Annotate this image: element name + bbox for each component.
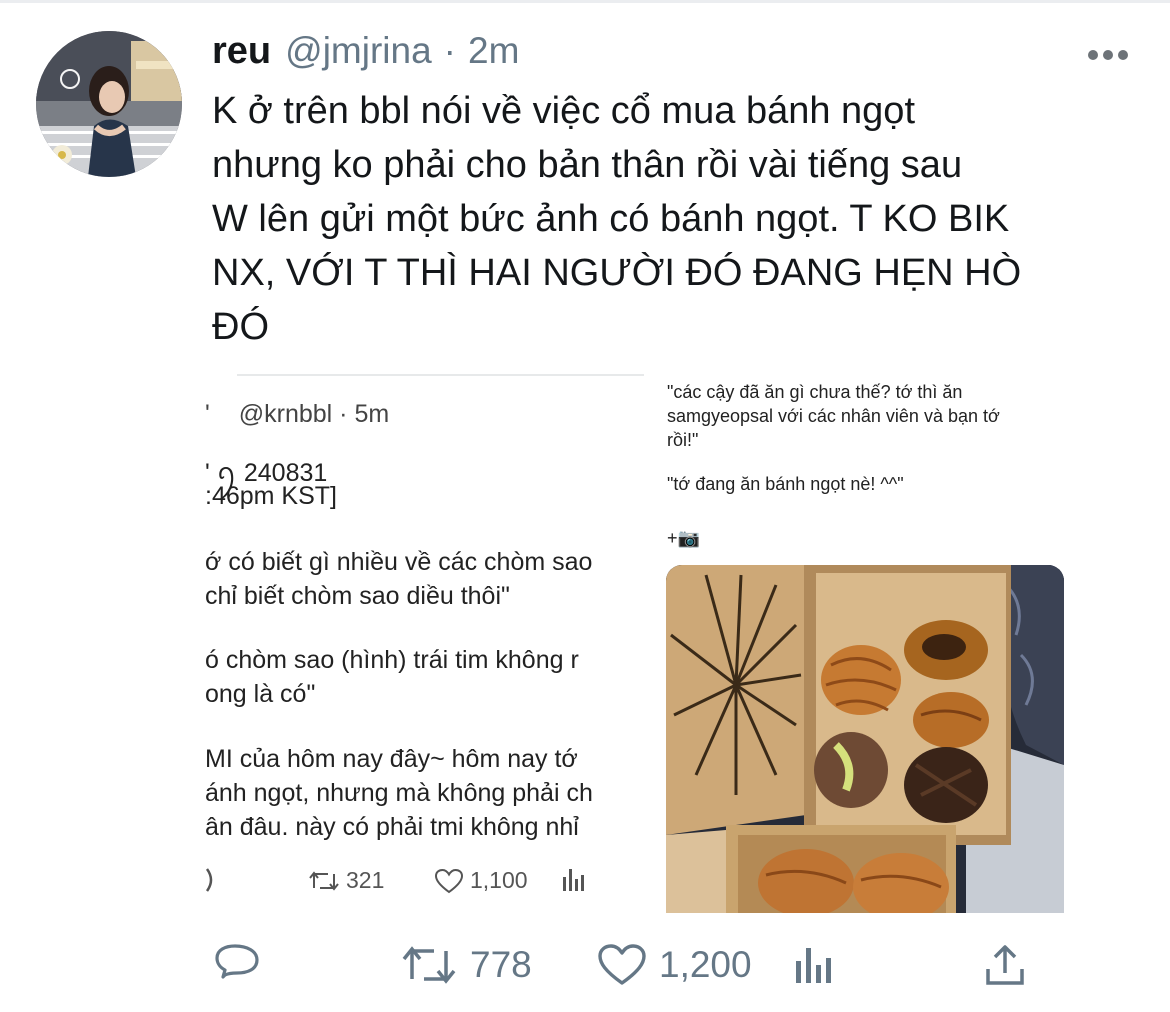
pastry-photo[interactable]: [666, 565, 1064, 913]
embedded-line: ánh ngọt, nhưng mà không phải ch: [205, 779, 593, 807]
tweet-text: K ở trên bbl nói về việc cổ mua bánh ngọ…: [212, 90, 1022, 348]
tweet-media[interactable]: ' @krnbbl · 5m ' ꪆ 240831 :46pm KST] ớ c…: [205, 360, 1075, 915]
embedded-retweet: 321: [308, 867, 384, 894]
embedded-line: ong là có": [205, 680, 316, 708]
more-horizontal-icon[interactable]: [1086, 44, 1130, 66]
embedded-line: MI của hôm nay đây~ hôm nay tớ: [205, 745, 578, 773]
embedded-right-line: +📷: [667, 528, 700, 548]
avatar-image: [36, 31, 182, 177]
embedded-right-line: "các cậy đã ăn gì chưa thế? tớ thì ăn: [667, 382, 963, 402]
analytics-button[interactable]: [793, 935, 833, 995]
embedded-line: chỉ biết chòm sao diều thôi": [205, 582, 510, 610]
embedded-separator: ·: [339, 400, 348, 428]
retweet-button[interactable]: 778: [400, 935, 532, 995]
separator-dot: ·: [443, 30, 456, 71]
embedded-time: 5m: [354, 400, 390, 428]
display-name[interactable]: reu: [212, 30, 271, 73]
analytics-icon: [796, 948, 831, 983]
embedded-like: 1,100: [434, 867, 528, 894]
embedded-actions: 321 1,100: [205, 867, 645, 897]
pastry-box-image: [666, 565, 1064, 913]
embedded-line: ớ có biết gì nhiều về các chòm sao: [205, 548, 593, 576]
embedded-retweet-count: 321: [346, 867, 385, 893]
embedded-analytics-icon: [561, 867, 587, 893]
share-icon: [986, 945, 1024, 985]
embedded-right-line: rồi!": [667, 430, 699, 450]
user-handle[interactable]: @jmjrina: [285, 30, 432, 72]
reply-icon: [215, 944, 259, 979]
heart-icon: [598, 944, 646, 985]
embedded-right-line: samgyeopsal với các nhân viên và bạn tớ: [667, 406, 1000, 426]
share-button[interactable]: [983, 935, 1027, 995]
reply-button[interactable]: [213, 935, 261, 995]
embedded-like-count: 1,100: [470, 867, 528, 893]
retweet-icon: [402, 946, 456, 984]
tweet-actions: 778 1,200: [0, 935, 1170, 995]
embedded-divider: [237, 374, 644, 376]
retweet-icon: [309, 870, 339, 891]
like-count: 1,200: [659, 944, 752, 985]
embedded-prefix: ': [205, 400, 210, 428]
tweet: reu @jmjrina · 2m K ở trên bbl nói về vi…: [0, 0, 1170, 1012]
top-divider: [0, 0, 1170, 3]
heart-icon: [434, 868, 464, 893]
embedded-header: ' @krnbbl · 5m: [205, 400, 389, 429]
embedded-reply-icon: [205, 867, 217, 893]
tweet-header: reu @jmjrina · 2m: [212, 30, 519, 82]
avatar[interactable]: [36, 31, 182, 177]
retweet-count: 778: [470, 944, 532, 985]
embedded-line: ó chòm sao (hình) trái tim không r: [205, 646, 579, 674]
embedded-right-line: "tớ đang ăn bánh ngọt nè! ^^": [667, 474, 904, 494]
timestamp[interactable]: 2m: [468, 30, 519, 72]
embedded-handle: @krnbbl: [238, 400, 333, 428]
embedded-line: :46pm KST]: [205, 482, 337, 510]
embedded-line: ân đâu. này có phải tmi không nhỉ: [205, 813, 579, 841]
like-button[interactable]: 1,200: [597, 935, 752, 995]
